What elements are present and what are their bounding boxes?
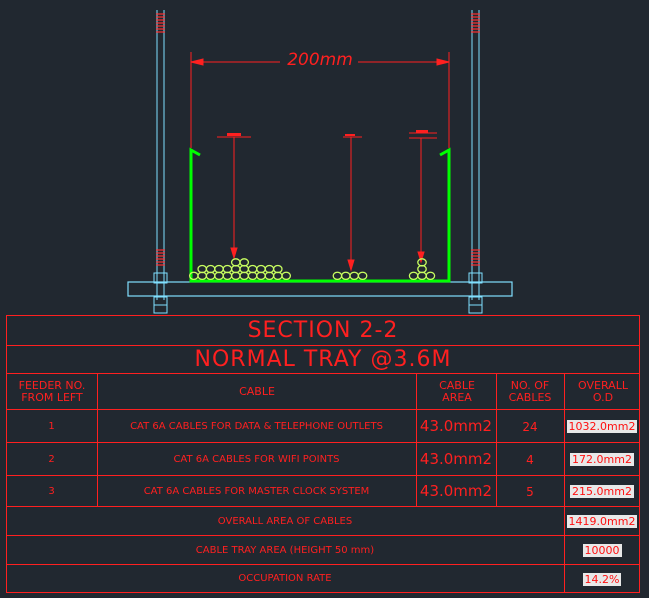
tray-title: NORMAL TRAY @3.6M (194, 347, 452, 372)
cable-circle (256, 271, 266, 281)
row-2-count: 4 (526, 452, 534, 467)
cable-circle (239, 264, 250, 274)
row-1-cable: CAT 6A CABLES FOR DATA & TELEPHONE OUTLE… (130, 420, 383, 432)
occupation-rate-label: OCCUPATION RATE (238, 573, 332, 584)
cable-circle (222, 271, 233, 281)
feeder-leaders (217, 132, 437, 272)
cable-circle (417, 271, 427, 281)
cable-circle (272, 264, 283, 274)
row-2-cable: CAT 6A CABLES FOR WIFI POINTS (173, 453, 340, 465)
cable-circle (247, 264, 258, 274)
cable-circle (264, 264, 275, 274)
header-no-of-cables: NO. OF CABLES (508, 379, 552, 404)
cable-circle (230, 271, 241, 281)
header-cable-area: CABLE AREA (439, 379, 475, 404)
cable-circle (214, 264, 224, 274)
row-1-count: 24 (522, 419, 538, 434)
occupation-rate-value: 14.2% (582, 572, 622, 586)
cable-circle (230, 264, 241, 274)
cable-circle (256, 264, 266, 274)
overall-area-label: OVERALL AREA OF CABLES (217, 515, 353, 527)
cable-circle (417, 264, 427, 274)
row-3-feeder: 3 (48, 485, 55, 497)
row-3-area: 43.0mm2 (419, 482, 493, 500)
row-3-count: 5 (526, 484, 534, 499)
overall-area-value: 1419.0mm2 (566, 515, 638, 528)
cable-circle (340, 271, 351, 281)
cable-bundle-3 (408, 258, 436, 281)
cable-circle (214, 271, 224, 281)
tray-section-drawing (127, 10, 513, 314)
cable-circle (205, 271, 216, 281)
cable-circle (239, 271, 250, 281)
left-threaded-rod (153, 10, 168, 314)
cable-circle (197, 271, 208, 281)
row-1-area: 43.0mm2 (419, 417, 493, 435)
cable-circle (272, 271, 283, 281)
row-1-feeder: 1 (48, 420, 55, 432)
cable-circle (205, 264, 216, 274)
cable-circle (239, 258, 250, 267)
row-3-cable: CAT 6A CABLES FOR MASTER CLOCK SYSTEM (143, 485, 370, 497)
cable-bundle-2 (332, 271, 368, 281)
header-cable: CABLE (239, 385, 275, 398)
cable-circle (281, 271, 292, 281)
cable-circle (332, 271, 343, 281)
tray-area-value: 10000 (582, 544, 622, 557)
row-2-od: 172.0mm2 (570, 453, 634, 466)
cable-circle (222, 264, 233, 274)
cable-circle (264, 271, 275, 281)
support-channel (127, 281, 513, 297)
row-1-od: 1032.0mm2 (566, 420, 638, 433)
cable-circle (349, 271, 360, 281)
cable-circle (408, 271, 419, 281)
row-2-area: 43.0mm2 (419, 450, 493, 468)
cable-tray (189, 147, 451, 283)
cable-circle (197, 264, 208, 274)
tray-area-label: CABLE TRAY AREA (HEIGHT 50 mm) (195, 544, 375, 556)
width-dimension-label: 200mm (287, 50, 353, 70)
header-overall-od: OVERALL O.D (578, 379, 628, 404)
cable-bundle-1 (188, 258, 292, 281)
section-title: SECTION 2-2 (247, 318, 399, 343)
right-threaded-rod (468, 10, 483, 314)
header-feeder: FEEDER NO. FROM LEFT (18, 379, 86, 404)
cable-circle (357, 271, 368, 281)
cable-circle (247, 271, 258, 281)
row-2-feeder: 2 (48, 453, 55, 465)
row-3-od: 215.0mm2 (570, 485, 634, 498)
cable-circle (425, 271, 436, 281)
cable-circle (230, 258, 241, 267)
